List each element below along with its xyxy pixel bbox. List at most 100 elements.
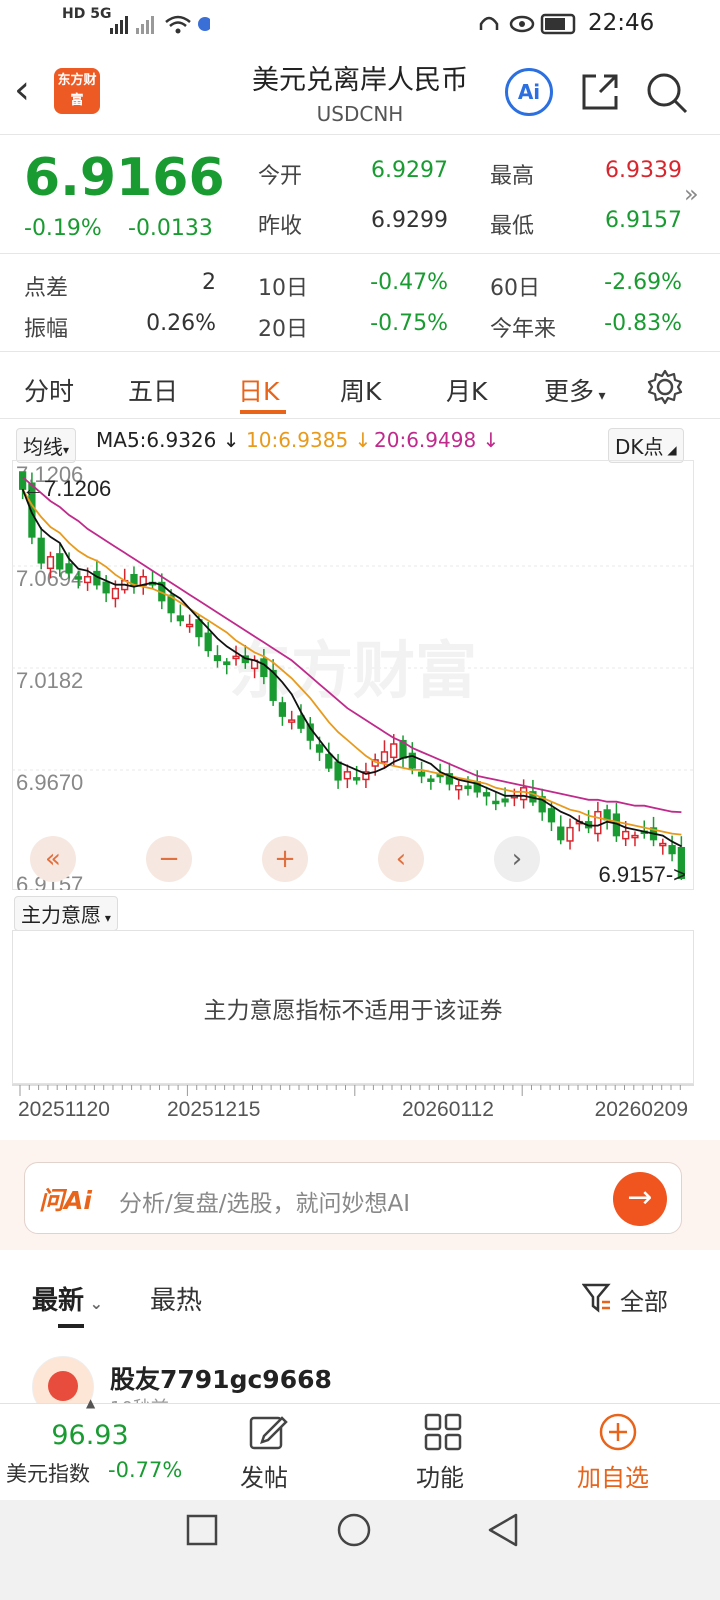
candle-body <box>417 771 426 777</box>
filter-icon[interactable] <box>582 1282 612 1314</box>
ai-assistant-button[interactable]: Ai <box>505 68 553 116</box>
candlestick-chart[interactable]: 7.12067.06947.01826.96706.9157东方财富←7.120… <box>12 460 694 890</box>
edit-post-icon[interactable] <box>248 1412 288 1452</box>
active-tab-indicator <box>240 410 286 414</box>
expand-chevron-icon[interactable]: » <box>684 180 699 208</box>
tab-latest-underline <box>58 1324 84 1328</box>
add-circle-icon[interactable] <box>598 1412 638 1452</box>
tab-hot[interactable]: 最热 <box>150 1280 202 1317</box>
ma-selector[interactable]: 均线▾ <box>16 428 77 463</box>
candle-body <box>668 845 676 855</box>
candle-body <box>223 661 231 666</box>
candle-body <box>213 655 222 662</box>
search-icon[interactable] <box>644 70 690 116</box>
d20-value: -0.75% <box>370 311 448 336</box>
ma10-value: 10:6.9385 ↓ <box>246 428 371 452</box>
last-price: 6.9166 <box>24 148 225 208</box>
y-tick-label: 7.0182 <box>16 668 83 693</box>
scroll-left-button[interactable]: ‹ <box>378 836 424 882</box>
candle-body <box>83 575 92 584</box>
y-tick-label: 7.0694 <box>16 566 83 591</box>
low-label: 最低 <box>490 214 535 239</box>
post-button[interactable]: 发帖 <box>240 1458 288 1493</box>
tab-monthly-k[interactable]: 月K <box>446 372 487 408</box>
header-divider <box>0 134 720 135</box>
tabs-bottom-divider <box>0 418 720 419</box>
tab-intraday[interactable]: 分时 <box>24 372 74 408</box>
candle-body <box>37 537 45 564</box>
back-nav-icon[interactable] <box>486 1512 520 1548</box>
ai-send-button[interactable]: → <box>613 1172 667 1226</box>
candle-body <box>204 632 212 652</box>
ma5-value: MA5:6.9326 ↓ <box>96 428 240 452</box>
candle-body <box>464 785 472 790</box>
quote-divider <box>0 253 720 254</box>
candle-body <box>278 702 287 717</box>
headphone-eye-battery-icons <box>479 13 576 35</box>
status-bar: HD 5G 22:46 <box>0 0 720 48</box>
candle-body <box>186 623 194 628</box>
avatar-figure <box>48 1371 78 1401</box>
chevron-down-icon: ⌄ <box>84 1294 103 1313</box>
scroll-to-start-button[interactable]: « <box>30 836 76 882</box>
clock: 22:46 <box>588 10 655 36</box>
functions-icon[interactable] <box>423 1412 463 1452</box>
amplitude-label: 振幅 <box>24 317 69 342</box>
x-tick-label: 20260209 <box>595 1098 688 1121</box>
sub-indicator-selector[interactable]: 主力意愿 ▾ <box>14 896 118 931</box>
open-label: 今开 <box>258 164 303 189</box>
ai-input-box[interactable]: 问Ai 分析/复盘/选股，就问妙想AI → <box>24 1162 682 1234</box>
candle-body <box>232 655 240 660</box>
spread-value: 2 <box>202 270 216 295</box>
candle-body <box>353 777 361 781</box>
gear-icon[interactable] <box>646 368 684 406</box>
candle-body <box>74 576 82 580</box>
tab-more[interactable]: 更多 ▾ <box>544 372 606 408</box>
tab-latest-label: 最新 <box>32 1286 85 1316</box>
add-watchlist-button[interactable]: 加自选 <box>577 1458 649 1493</box>
dk-label: DK点 <box>615 435 664 459</box>
candle-body <box>603 809 611 821</box>
candle-body <box>297 715 305 729</box>
network-indicator: HD 5G <box>62 6 112 22</box>
d10-value: -0.47% <box>370 270 448 295</box>
sub-indicator-message: 主力意愿指标不适用于该证券 <box>203 998 503 1024</box>
candle-body <box>380 751 389 763</box>
d60-value: -2.69% <box>604 270 682 295</box>
home-icon[interactable] <box>336 1512 372 1548</box>
ma20-arrow: ↓ <box>482 428 500 452</box>
dollar-index-value[interactable]: 96.93 <box>0 1420 180 1451</box>
candle-body <box>557 826 565 841</box>
recent-apps-icon[interactable] <box>186 1514 218 1546</box>
prev-close-value: 6.9299 <box>371 208 448 233</box>
scroll-right-button[interactable]: › <box>494 836 540 882</box>
ytd-value: -0.83% <box>604 311 682 336</box>
dollar-index-name[interactable]: 美元指数 <box>6 1458 90 1488</box>
open-value: 6.9297 <box>371 158 448 183</box>
tabs-top-divider <box>0 351 720 352</box>
share-icon[interactable] <box>578 70 622 114</box>
post-username[interactable]: 股友7791gc9668 <box>110 1360 332 1396</box>
system-nav-bar <box>0 1500 720 1600</box>
functions-button[interactable]: 功能 <box>416 1458 464 1493</box>
candle-body <box>659 842 667 847</box>
candle-body <box>56 553 64 570</box>
candle-body <box>325 753 333 769</box>
zoom-in-button[interactable]: + <box>262 836 308 882</box>
d20-label: 20日 <box>258 317 308 342</box>
dk-point-selector[interactable]: DK点 ◢ <box>608 428 684 463</box>
amplitude-value: 0.26% <box>146 311 216 336</box>
x-tick-label: 20260112 <box>402 1098 494 1121</box>
tab-daily-k[interactable]: 日K <box>238 372 279 408</box>
d10-label: 10日 <box>258 276 308 301</box>
zoom-out-button[interactable]: − <box>146 836 192 882</box>
sub-indicator-label: 主力意愿 <box>21 903 101 927</box>
candle-body <box>566 826 574 842</box>
tab-latest[interactable]: 最新 ⌄ <box>32 1280 103 1317</box>
tab-more-label: 更多 <box>544 377 595 406</box>
tab-five-day[interactable]: 五日 <box>128 372 178 408</box>
candle-body <box>492 800 500 805</box>
tab-weekly-k[interactable]: 周K <box>340 372 381 408</box>
high-value: 6.9339 <box>605 158 682 183</box>
filter-all[interactable]: 全部 <box>620 1282 668 1317</box>
